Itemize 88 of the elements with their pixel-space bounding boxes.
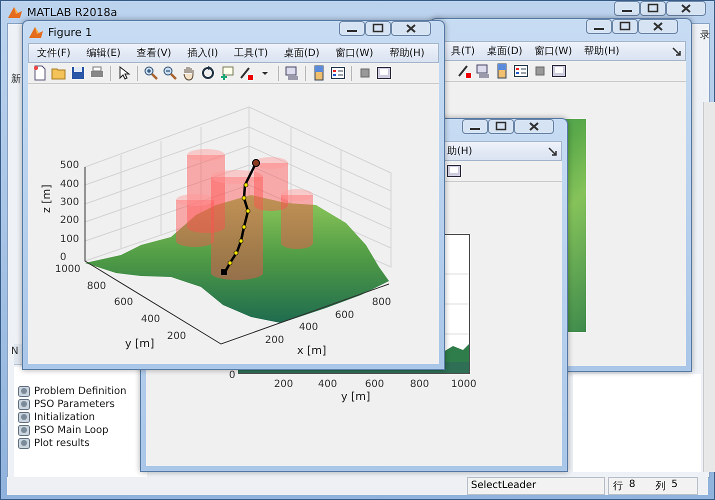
section-item[interactable]: Initialization — [34, 412, 95, 422]
minimize-icon[interactable] — [339, 21, 365, 36]
scrollbar[interactable] — [703, 102, 715, 472]
section-item[interactable]: PSO Main Loop — [34, 424, 108, 436]
section-icon[interactable] — [18, 424, 30, 436]
section-icon[interactable] — [18, 437, 30, 449]
menu-item[interactable]: 插入(I) — [187, 46, 218, 60]
menu-item[interactable]: 工具(T) — [234, 46, 268, 60]
frame-icon[interactable] — [446, 163, 462, 179]
zoom-in-icon[interactable] — [143, 65, 159, 81]
section-item[interactable]: Plot results — [34, 438, 90, 448]
toolstrip-label: 录 — [700, 29, 710, 42]
section-icon[interactable] — [18, 411, 30, 423]
axis-tick-label: 800 — [372, 297, 392, 309]
menu-item[interactable]: 桌面(D) — [284, 46, 320, 60]
axis-tick-label: 400 — [60, 179, 80, 191]
minimize-icon[interactable] — [586, 19, 612, 34]
brush-icon[interactable] — [238, 65, 254, 81]
axis-tick-label: 600 — [365, 379, 384, 391]
legend-icon[interactable] — [330, 65, 346, 81]
close-icon[interactable] — [638, 19, 678, 34]
axis-tick-label: 400 — [318, 379, 338, 391]
axis-label: y [m] — [341, 391, 370, 403]
column-label: 列 — [655, 480, 666, 493]
menu-item[interactable]: 窗口(W) — [534, 44, 572, 58]
axis-tick-label: 800 — [410, 379, 430, 391]
axis-label: y [m] — [125, 338, 154, 350]
legend-icon[interactable] — [513, 63, 529, 79]
axis-tick-label: 200 — [60, 215, 80, 227]
dock-arrow-icon[interactable] — [672, 46, 681, 56]
axis-label: z [m] — [41, 184, 53, 213]
axis-label: x [m] — [297, 345, 326, 357]
axis-tick-label: 400 — [141, 314, 160, 326]
maximize-icon[interactable] — [365, 21, 391, 36]
save-icon[interactable] — [70, 65, 86, 81]
axis-tick-label: 200 — [265, 335, 284, 347]
row-label: 行 — [613, 480, 623, 493]
menu-item[interactable]: 帮助(H) — [389, 46, 425, 60]
zoom-out-icon[interactable] — [162, 65, 178, 81]
link-plot-icon[interactable] — [284, 65, 300, 81]
brush-icon[interactable] — [456, 63, 472, 79]
row-number: 8 — [629, 479, 636, 492]
menu-item[interactable]: 查看(V) — [136, 46, 172, 60]
axis-tick-label: 200 — [167, 331, 186, 343]
close-icon[interactable] — [666, 1, 706, 16]
menu-item[interactable]: 编辑(E) — [86, 46, 121, 60]
dock-arrow-icon[interactable] — [548, 146, 557, 156]
status-message: SelectLeader — [467, 477, 605, 495]
axis-tick-label: 400 — [299, 322, 318, 334]
section-icon[interactable] — [18, 398, 30, 410]
frame-icon[interactable] — [376, 65, 392, 81]
window-title: MATLAB R2018a — [27, 6, 118, 18]
section-item[interactable]: Problem Definition — [34, 386, 126, 396]
menu-item[interactable]: 窗口(W) — [336, 46, 374, 60]
maximize-icon[interactable] — [640, 1, 666, 16]
section-item[interactable]: PSO Parameters — [34, 398, 115, 410]
new-file-icon[interactable] — [32, 65, 48, 81]
minimize-icon[interactable] — [614, 1, 640, 16]
maximize-icon[interactable] — [488, 119, 514, 134]
axis-tick-label: 800 — [87, 281, 106, 293]
data-cursor-icon[interactable] — [219, 65, 235, 81]
frame-icon[interactable] — [551, 63, 567, 79]
close-icon[interactable] — [514, 119, 554, 134]
menu-item[interactable]: 桌面(D) — [486, 44, 522, 58]
menu-item[interactable]: 具(T) — [451, 44, 475, 58]
axis-tick-label: 100 — [60, 234, 80, 246]
menu-item[interactable]: 助(H) — [447, 144, 472, 158]
axis-tick-label: 1000 — [55, 264, 80, 276]
close-icon[interactable] — [391, 21, 431, 36]
axis-tick-label: 300 — [60, 197, 80, 209]
window-title: Figure 1 — [48, 26, 92, 38]
axis-tick-label: 600 — [335, 310, 354, 322]
axis-tick-label: 600 — [114, 297, 134, 309]
axis-tick-label: 1000 — [451, 379, 476, 391]
axis-tick-label: 0 — [229, 370, 236, 382]
section-icon[interactable] — [18, 385, 30, 397]
axis-tick-label: 0 — [60, 252, 66, 264]
menu-item[interactable]: 帮助(H) — [584, 44, 620, 58]
minimize-icon[interactable] — [462, 119, 488, 134]
axis-tick-label: 500 — [60, 160, 80, 172]
maximize-icon[interactable] — [612, 19, 638, 34]
column-number: 5 — [671, 479, 678, 492]
menu-item[interactable]: 文件(F) — [37, 46, 71, 60]
panel-title: N — [11, 346, 18, 357]
toolstrip-label: 新 — [11, 72, 21, 86]
link-plot-icon[interactable] — [475, 63, 491, 79]
rotate-icon[interactable] — [200, 65, 216, 81]
axis-tick-label: 200 — [274, 379, 294, 391]
